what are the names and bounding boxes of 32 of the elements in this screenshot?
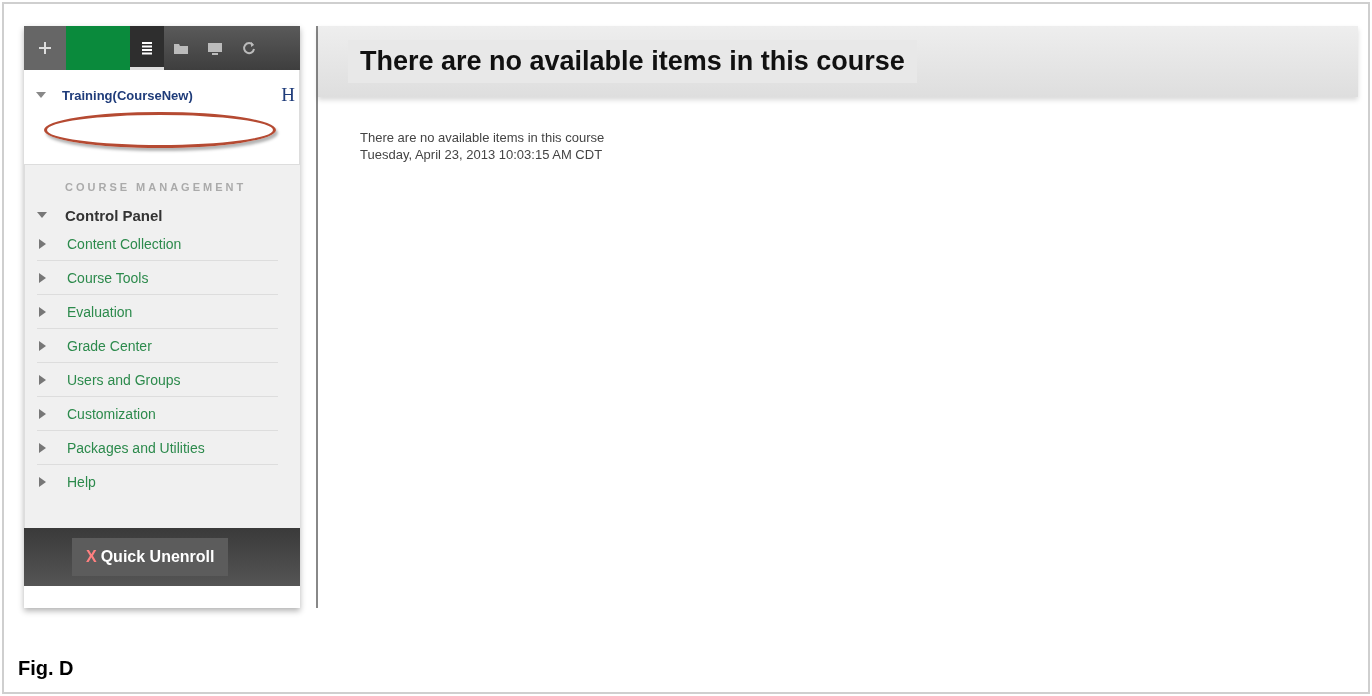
section-heading: COURSE MANAGEMENT bbox=[64, 180, 248, 195]
expand-arrow-icon[interactable] bbox=[39, 374, 47, 385]
menu-link[interactable]: Course Tools bbox=[67, 269, 149, 286]
collapse-arrow-icon[interactable] bbox=[36, 91, 46, 99]
expand-arrow-icon[interactable] bbox=[39, 340, 47, 351]
quick-unenroll-button[interactable]: X Quick Unenroll bbox=[72, 538, 229, 576]
list-icon bbox=[140, 41, 154, 55]
menu-link[interactable]: Content Collection bbox=[67, 235, 182, 252]
expand-arrow-icon[interactable] bbox=[39, 272, 47, 283]
menu-link[interactable]: Packages and Utilities bbox=[67, 439, 205, 456]
menu-link[interactable]: Grade Center bbox=[67, 337, 152, 354]
menu-link[interactable]: Evaluation bbox=[67, 303, 133, 320]
expand-arrow-icon[interactable] bbox=[39, 408, 47, 419]
message-text: There are no available items in this course bbox=[360, 129, 606, 146]
expand-arrow-icon[interactable] bbox=[39, 238, 47, 249]
letter-mark: H bbox=[281, 84, 295, 106]
expand-arrow-icon[interactable] bbox=[39, 476, 47, 487]
toolbar-tab[interactable] bbox=[130, 26, 164, 70]
expand-arrow-icon[interactable] bbox=[39, 306, 47, 317]
folder-icon bbox=[173, 41, 189, 55]
collapse-arrow-icon[interactable] bbox=[37, 211, 47, 219]
course-link[interactable]: Training(CourseNew) bbox=[62, 87, 193, 103]
plus-icon bbox=[38, 41, 52, 55]
menu-link[interactable]: Users and Groups bbox=[67, 371, 181, 388]
monitor-icon bbox=[207, 41, 223, 55]
expand-arrow-icon[interactable] bbox=[39, 442, 47, 453]
menu-link[interactable]: Help bbox=[67, 473, 96, 490]
control-panel-label[interactable]: Control Panel bbox=[65, 206, 163, 224]
figure-caption: Fig. D bbox=[18, 657, 74, 680]
refresh-icon bbox=[242, 41, 256, 55]
menu-link[interactable]: Customization bbox=[67, 405, 156, 422]
timestamp-text: Tuesday, April 23, 2013 10:03:15 AM CDT bbox=[360, 146, 604, 163]
